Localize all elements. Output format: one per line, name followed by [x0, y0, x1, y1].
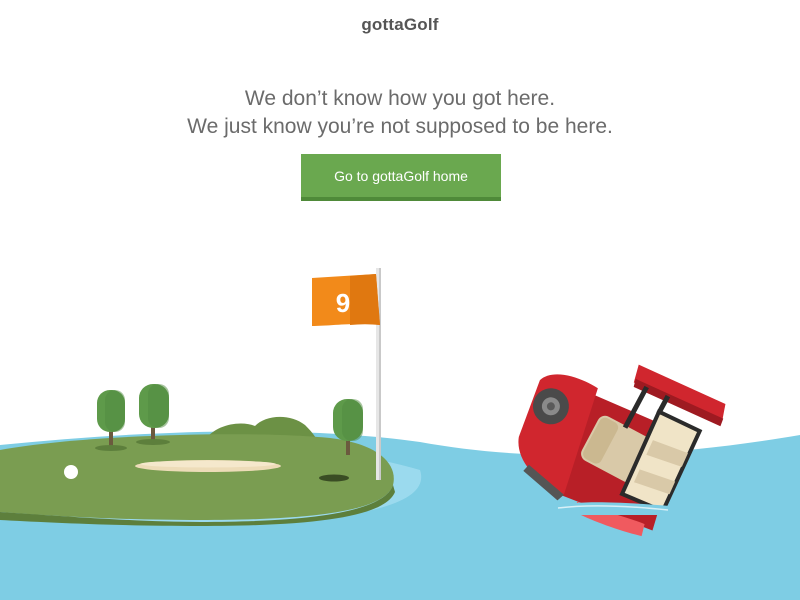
error-message-line-2: We just know you’re not supposed to be h…	[187, 115, 613, 138]
golf-scene-illustration: 9	[0, 268, 800, 600]
not-found-page: gottaGolf We don’t know how you got here…	[0, 0, 800, 600]
golf-ball-icon	[64, 465, 78, 479]
go-home-button[interactable]: Go to gottaGolf home	[301, 154, 501, 201]
hole-icon	[319, 474, 349, 482]
brand-logo[interactable]: gottaGolf	[0, 15, 800, 35]
error-message-line-1: We don’t know how you got here.	[244, 87, 556, 110]
error-message: We don’t know how you got here. We just …	[0, 85, 800, 141]
flag-number: 9	[336, 288, 350, 318]
